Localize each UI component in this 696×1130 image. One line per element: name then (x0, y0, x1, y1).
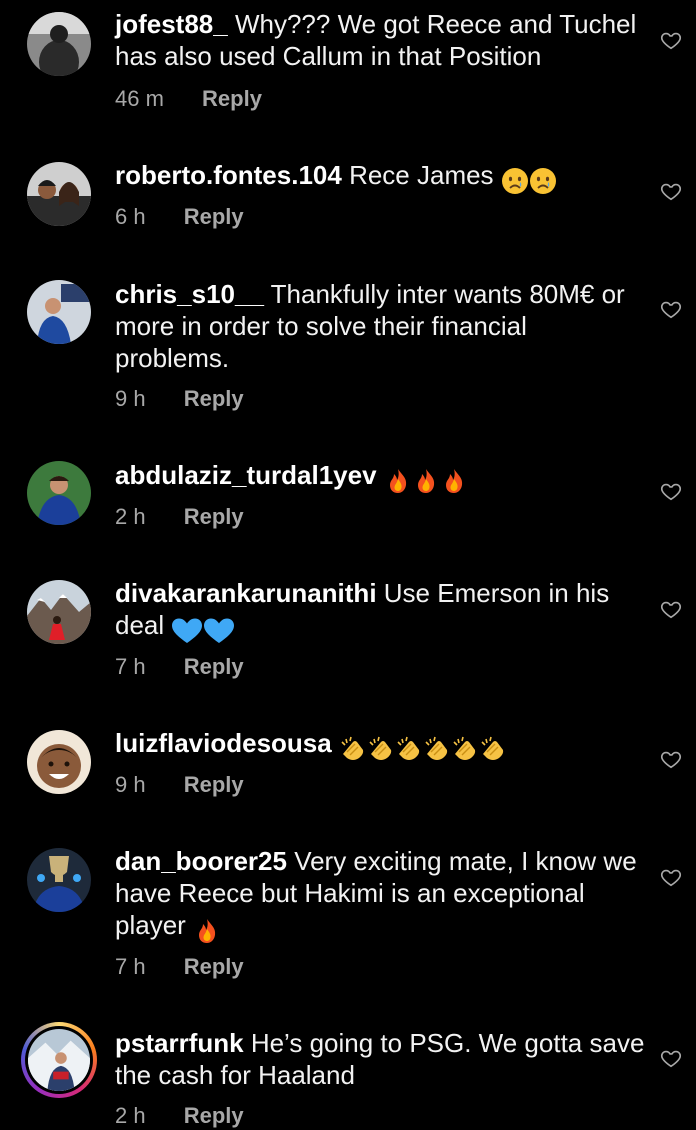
comment-body: roberto.fontes.104 Rece James (115, 159, 645, 195)
blue-heart-emoji-icon (171, 613, 203, 645)
clapping-hands-emoji-icon (395, 731, 423, 763)
comment-time: 9 h (115, 772, 146, 797)
comment-username[interactable]: chris_s10__ (115, 279, 264, 309)
comment-body: pstarrfunk He’s going to PSG. We gotta s… (115, 1027, 645, 1091)
comment-time: 7 h (115, 654, 146, 679)
reply-button[interactable]: Reply (184, 203, 244, 231)
avatar[interactable] (27, 12, 91, 76)
comment-username[interactable]: pstarrfunk (115, 1028, 244, 1058)
comment-username[interactable]: divakarankarunanithi (115, 578, 377, 608)
reply-button[interactable]: Reply (184, 953, 244, 981)
avatar-image (27, 730, 91, 794)
like-heart-icon[interactable] (660, 748, 682, 770)
clapping-hands-emoji-icon (339, 731, 367, 763)
comment-time: 2 h (115, 504, 146, 529)
clapping-hands-emoji-icon (479, 731, 507, 763)
like-heart-icon[interactable] (660, 298, 682, 320)
comment-username[interactable]: roberto.fontes.104 (115, 160, 342, 190)
comment-body: divakarankarunanithi Use Emerson in his … (115, 577, 645, 645)
clapping-hands-emoji-icon (423, 731, 451, 763)
avatar-image (27, 162, 91, 226)
clapping-hands-emoji-icon (367, 731, 395, 763)
comment-meta: 6 h Reply (115, 203, 244, 231)
comment-body: dan_boorer25 Very exciting mate, I know … (115, 845, 645, 945)
comment-meta: 7 h Reply (115, 953, 244, 981)
avatar[interactable] (27, 848, 91, 912)
clapping-hands-emoji-icon (451, 731, 479, 763)
comment-meta: 2 h Reply (115, 503, 244, 531)
comment-meta: 46 m Reply (115, 85, 262, 113)
avatar[interactable] (27, 162, 91, 226)
comment-body: chris_s10__ Thankfully inter wants 80M€ … (115, 278, 645, 374)
comment-body: jofest88_ Why??? We got Reece and Tuchel… (115, 8, 645, 72)
reply-button[interactable]: Reply (184, 385, 244, 413)
reply-button[interactable]: Reply (202, 85, 262, 113)
comment-username[interactable]: jofest88_ (115, 9, 228, 39)
comment-time: 46 m (115, 86, 164, 111)
reply-button[interactable]: Reply (184, 653, 244, 681)
comment-body: luizflaviodesousa (115, 727, 645, 763)
comment-time: 9 h (115, 386, 146, 411)
like-heart-icon[interactable] (660, 866, 682, 888)
comment-meta: 9 h Reply (115, 385, 244, 413)
comment-text: Rece James (349, 160, 494, 190)
comment-time: 6 h (115, 204, 146, 229)
like-heart-icon[interactable] (660, 29, 682, 51)
avatar-image (27, 848, 91, 912)
avatar-image (28, 1029, 90, 1091)
avatar (25, 1026, 93, 1094)
comment-username[interactable]: dan_boorer25 (115, 846, 287, 876)
reply-button[interactable]: Reply (184, 503, 244, 531)
comment-meta: 9 h Reply (115, 771, 244, 799)
fire-emoji-icon (440, 463, 468, 495)
reply-button[interactable]: Reply (184, 771, 244, 799)
comment-username[interactable]: luizflaviodesousa (115, 728, 332, 758)
like-heart-icon[interactable] (660, 598, 682, 620)
crying-face-emoji-icon (501, 163, 529, 195)
fire-emoji-icon (384, 463, 412, 495)
avatar[interactable] (27, 280, 91, 344)
fire-emoji-icon (193, 913, 221, 945)
avatar-image (27, 280, 91, 344)
avatar[interactable] (27, 580, 91, 644)
comment-username[interactable]: abdulaziz_turdal1yev (115, 460, 377, 490)
avatar-image (27, 12, 91, 76)
comment-time: 7 h (115, 954, 146, 979)
comment-meta: 7 h Reply (115, 653, 244, 681)
like-heart-icon[interactable] (660, 480, 682, 502)
like-heart-icon[interactable] (660, 1047, 682, 1069)
comment-body: abdulaziz_turdal1yev (115, 459, 645, 495)
avatar-story-ring[interactable] (21, 1022, 97, 1098)
like-heart-icon[interactable] (660, 180, 682, 202)
avatar-image (27, 461, 91, 525)
avatar[interactable] (27, 730, 91, 794)
avatar-image (27, 580, 91, 644)
crying-face-emoji-icon (529, 163, 557, 195)
fire-emoji-icon (412, 463, 440, 495)
avatar[interactable] (27, 461, 91, 525)
blue-heart-emoji-icon (203, 613, 235, 645)
